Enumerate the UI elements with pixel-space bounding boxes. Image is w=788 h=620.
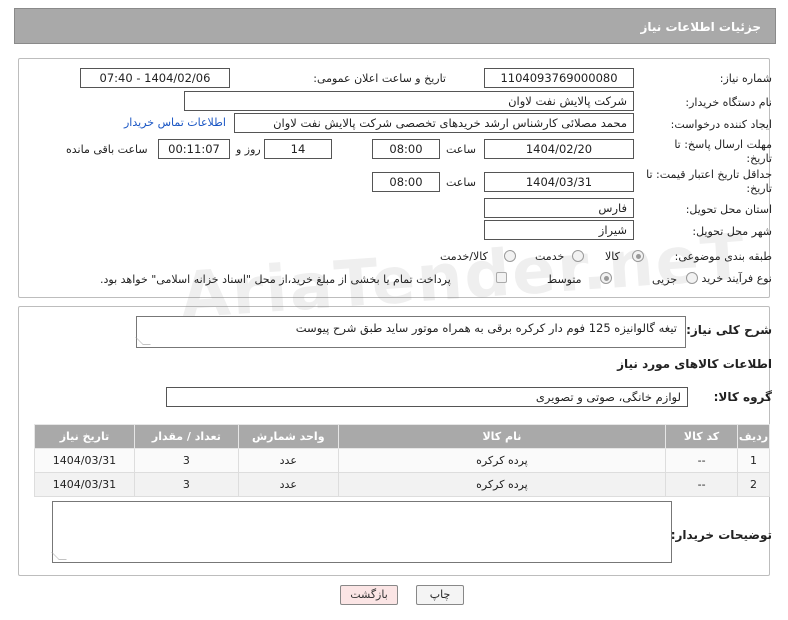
- col-name: نام کالا: [337, 424, 667, 449]
- reply-date-field: 1404/02/20: [484, 139, 634, 159]
- items-table: ردیف کد کالا نام کالا واحد شمارش تعداد /…: [34, 424, 770, 497]
- price-validity-label: حداقل تاریخ اعتبار قیمت: تا تاریخ:: [646, 168, 772, 195]
- buyer-notes-label: توضیحات خریدار:: [670, 528, 772, 542]
- cell-code: --: [665, 448, 739, 473]
- resize-grip-icon[interactable]: [51, 552, 67, 560]
- process-medium-radio[interactable]: [600, 272, 612, 284]
- treasury-payment-checkbox[interactable]: [496, 272, 507, 283]
- table-header-row: ردیف کد کالا نام کالا واحد شمارش تعداد /…: [34, 424, 770, 449]
- creator-label: ایجاد کننده درخواست:: [670, 118, 772, 131]
- need-number-label: شماره نیاز:: [719, 72, 772, 85]
- cell-qty: 3: [133, 448, 239, 473]
- days-field: 14: [264, 139, 332, 159]
- category-both-radio[interactable]: [504, 250, 516, 262]
- category-label: طبقه بندی موضوعی:: [674, 250, 772, 263]
- treasury-payment-note: پرداخت تمام یا بخشی از مبلغ خرید،از محل …: [100, 273, 451, 286]
- cell-unit: عدد: [237, 472, 339, 497]
- price-time-label: ساعت: [446, 176, 476, 189]
- cell-name: پرده کرکره: [337, 448, 667, 473]
- table-row: 2 -- پرده کرکره عدد 3 1404/03/31: [34, 472, 770, 497]
- category-goods-radio[interactable]: [632, 250, 644, 262]
- reply-time-label: ساعت: [446, 143, 476, 156]
- col-unit: واحد شمارش: [237, 424, 339, 449]
- table-row: 1 -- پرده کرکره عدد 3 1404/03/31: [34, 448, 770, 473]
- cell-row: 1: [737, 448, 770, 473]
- province-label: استان محل تحویل:: [685, 203, 772, 216]
- cell-date: 1404/03/31: [34, 448, 135, 473]
- creator-field: محمد مصلائی کارشناس ارشد خریدهای تخصصی ش…: [234, 113, 634, 133]
- contact-buyer-link[interactable]: اطلاعات تماس خریدار: [124, 116, 226, 129]
- page-title-bar: جزئیات اطلاعات نیاز: [14, 8, 776, 44]
- price-date-field: 1404/03/31: [484, 172, 634, 192]
- days-label: روز و: [236, 143, 261, 156]
- cell-date: 1404/03/31: [34, 472, 135, 497]
- back-button[interactable]: بازگشت: [340, 585, 398, 605]
- col-row: ردیف: [737, 424, 770, 449]
- print-button[interactable]: چاپ: [416, 585, 464, 605]
- col-code: کد کالا: [665, 424, 739, 449]
- goods-group-field: لوازم خانگی، صوتی و تصویری: [166, 387, 688, 407]
- cell-code: --: [665, 472, 739, 497]
- reply-deadline-label: مهلت ارسال پاسخ: تا تاریخ:: [674, 138, 772, 165]
- announce-field: 1404/02/06 - 07:40: [80, 68, 230, 88]
- announce-label: تاریخ و ساعت اعلان عمومی:: [313, 72, 446, 85]
- process-partial-radio[interactable]: [686, 272, 698, 284]
- category-service-radio[interactable]: [572, 250, 584, 262]
- goods-section-title: اطلاعات کالاهای مورد نیاز: [617, 357, 772, 371]
- category-service-label: خدمت: [535, 250, 565, 263]
- city-field: شیراز: [484, 220, 634, 240]
- process-label: نوع فرآیند خرید :: [694, 272, 772, 285]
- province-field: فارس: [484, 198, 634, 218]
- city-label: شهر محل تحویل:: [692, 225, 772, 238]
- cell-unit: عدد: [237, 448, 339, 473]
- goods-group-label: گروه کالا:: [713, 390, 772, 404]
- description-text: تیغه گالوانیزه 125 فوم دار کرکره برقی به…: [295, 321, 677, 335]
- category-both-label: کالا/خدمت: [440, 250, 488, 263]
- page-title: جزئیات اطلاعات نیاز: [640, 20, 761, 34]
- reply-time-field: 08:00: [372, 139, 440, 159]
- description-textarea[interactable]: تیغه گالوانیزه 125 فوم دار کرکره برقی به…: [135, 316, 686, 348]
- col-qty: تعداد / مقدار: [133, 424, 239, 449]
- remaining-label: ساعت باقی مانده: [66, 143, 148, 156]
- buyer-notes-textarea[interactable]: [51, 501, 672, 563]
- col-date: تاریخ نیاز: [34, 424, 135, 449]
- remaining-time-field: 00:11:07: [158, 139, 230, 159]
- buyer-org-field: شرکت پالایش نفت لاوان: [184, 91, 634, 111]
- category-goods-label: کالا: [605, 250, 620, 263]
- cell-row: 2: [737, 472, 770, 497]
- buyer-org-label: نام دستگاه خریدار:: [685, 96, 772, 109]
- process-partial-label: جزیی: [652, 273, 678, 286]
- price-time-field: 08:00: [372, 172, 440, 192]
- need-number-field: 1104093769000080: [484, 68, 634, 88]
- resize-grip-icon[interactable]: [135, 337, 151, 345]
- cell-name: پرده کرکره: [337, 472, 667, 497]
- description-label: شرح کلی نیاز:: [686, 323, 772, 337]
- process-medium-label: متوسط: [547, 273, 582, 286]
- cell-qty: 3: [133, 472, 239, 497]
